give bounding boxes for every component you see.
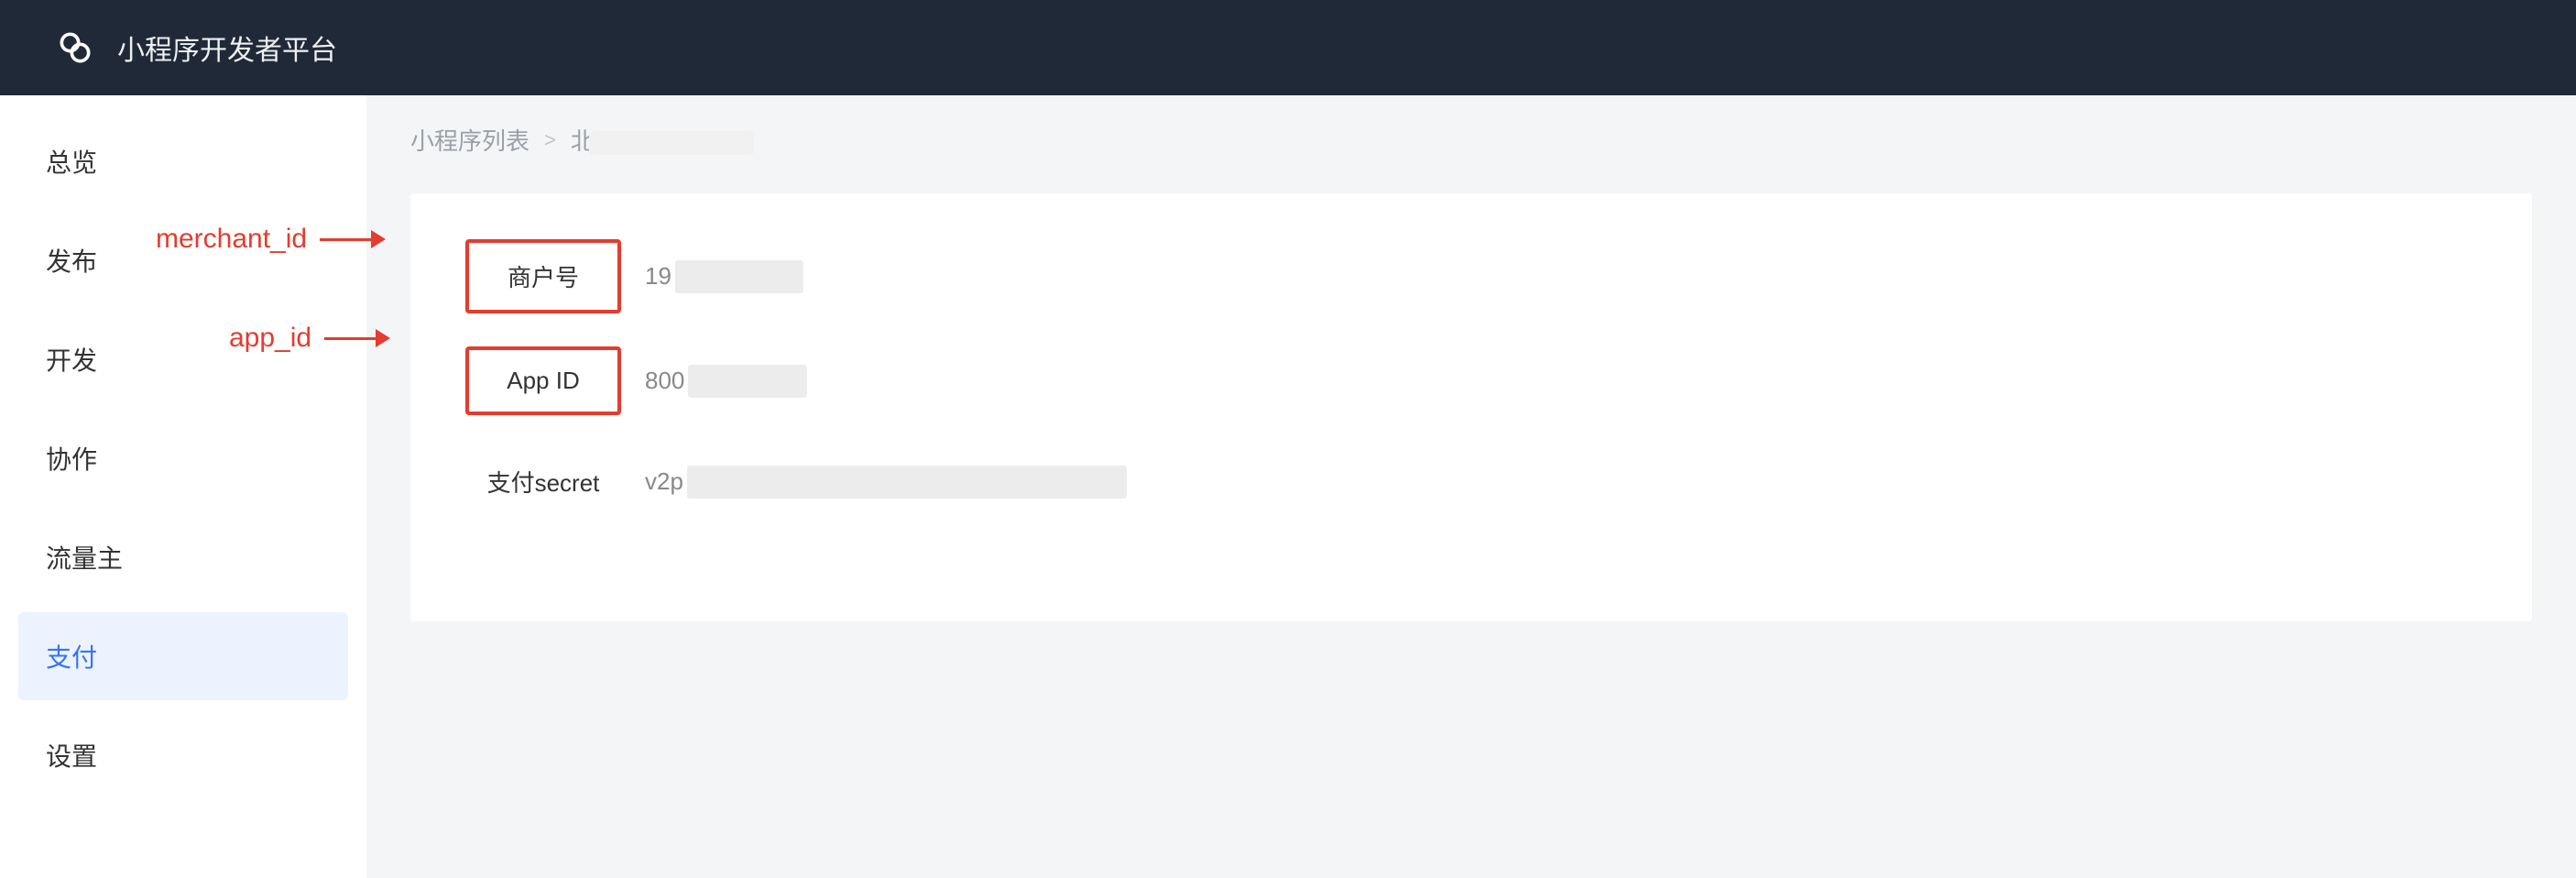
merchant-id-value: 19 [636,245,1598,309]
redacted-text [687,466,1127,499]
main-content: 小程序列表 > 北 商户号 19 App ID 800 支付secret [366,95,2576,878]
sidebar-item-label: 设置 [46,742,97,771]
redacted-text [675,260,803,293]
form-row-appid: App ID 800 [465,346,2477,415]
sidebar-item-label: 总览 [46,148,97,177]
sidebar-item-develop[interactable]: 开发 [18,315,348,403]
redacted-text [589,131,754,155]
sidebar: 总览 发布 开发 协作 流量主 支付 设置 [0,95,366,878]
breadcrumb-root[interactable]: 小程序列表 [410,123,529,157]
header-title: 小程序开发者平台 [117,27,337,68]
payment-panel: 商户号 19 App ID 800 支付secret v2p [410,193,2532,621]
sidebar-item-label: 流量主 [46,544,123,573]
redacted-text [688,365,807,398]
app-id-value: 800 [636,349,1598,413]
secret-value: v2p [636,450,1598,514]
sidebar-item-collaborate[interactable]: 协作 [18,414,348,502]
sidebar-item-label: 协作 [46,445,97,474]
sidebar-item-overview[interactable]: 总览 [18,117,348,205]
form-row-secret: 支付secret v2p [465,448,2477,515]
breadcrumb-current: 北 [571,123,754,157]
sidebar-item-publish[interactable]: 发布 [18,216,348,304]
sidebar-item-traffic[interactable]: 流量主 [18,513,348,601]
logo-icon [55,27,95,68]
chevron-right-icon: > [544,128,556,152]
sidebar-item-label: 开发 [46,346,97,375]
breadcrumb: 小程序列表 > 北 [410,123,2532,157]
header-bar: 小程序开发者平台 [0,0,2576,95]
sidebar-item-settings[interactable]: 设置 [18,711,348,799]
app-id-label: App ID [465,346,621,415]
sidebar-item-payment[interactable]: 支付 [18,612,348,700]
sidebar-item-label: 支付 [46,643,97,672]
sidebar-item-label: 发布 [46,247,97,276]
secret-label: 支付secret [465,448,621,515]
merchant-id-label: 商户号 [465,239,621,313]
form-row-merchant: 商户号 19 [465,239,2477,313]
